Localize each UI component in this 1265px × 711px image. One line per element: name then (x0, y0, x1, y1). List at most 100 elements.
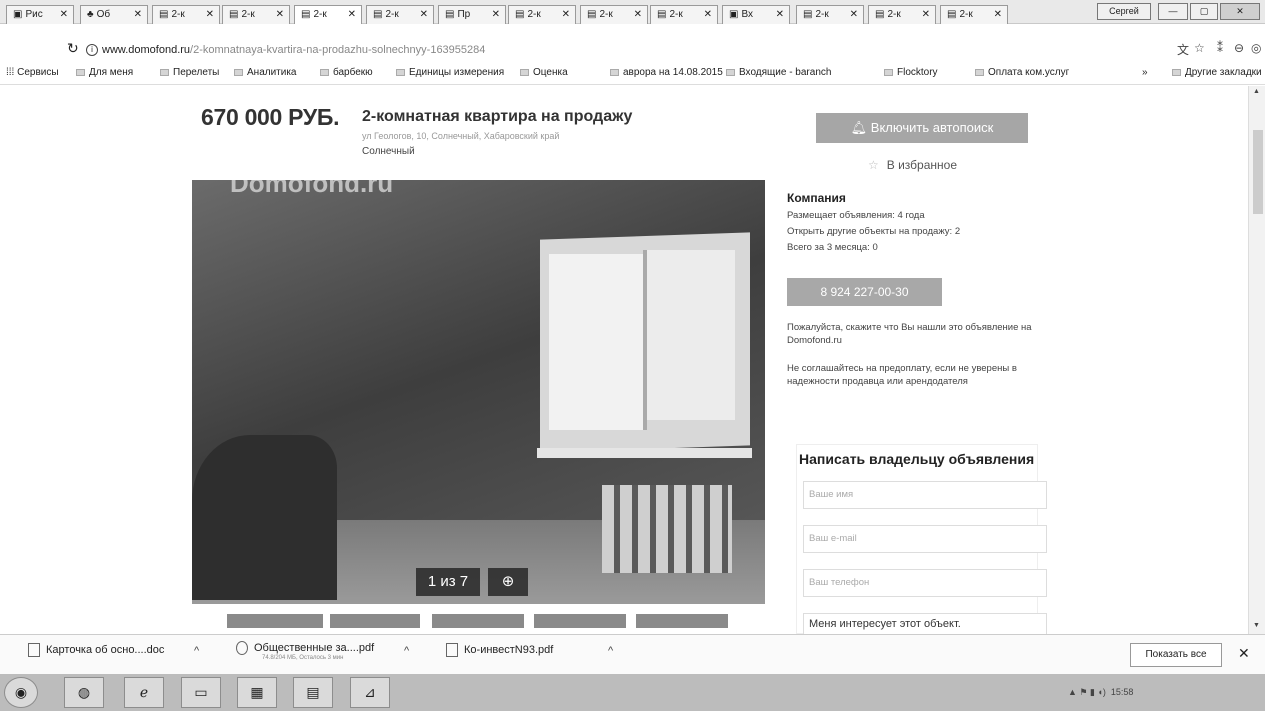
bookmark-item[interactable]: Оплата ком.услуг (975, 67, 1069, 78)
browser-tab[interactable]: ▤ 2-к ✕ (940, 5, 1008, 24)
close-tab-icon[interactable]: ✕ (348, 6, 356, 23)
download-item[interactable]: Карточка об осно....doc (28, 643, 164, 657)
download-name: Карточка об осно....doc (46, 643, 165, 656)
photo-thumbnail[interactable] (432, 614, 524, 628)
email-field[interactable]: Ваш e-mail (803, 525, 1047, 553)
folder-icon (884, 68, 893, 76)
listing-city[interactable]: Солнечный (362, 146, 415, 157)
apps-label: Сервисы (17, 67, 59, 78)
listing-address[interactable]: ул Геологов, 10, Солнечный, Хабаровский … (362, 131, 559, 141)
scroll-down-icon[interactable]: ▼ (1253, 622, 1260, 629)
browser-tab[interactable]: ▤ 2-к ✕ (650, 5, 718, 24)
close-tab-icon[interactable]: ✕ (922, 6, 930, 23)
name-field[interactable]: Ваше имя (803, 481, 1047, 509)
browser-tab[interactable]: ▤ 2-к ✕ (294, 5, 362, 25)
apps-bookmark[interactable]: ⁞⁞⁞ Сервисы (6, 67, 59, 78)
page-favicon-icon: ♣ (87, 9, 94, 20)
add-to-favorites[interactable]: ☆ В избранное (868, 158, 957, 172)
download-item[interactable]: Ко-инвестN93.pdf (446, 643, 553, 657)
browser-tab[interactable]: ▤ 2-к ✕ (796, 5, 864, 24)
browser-tab[interactable]: ▣ Вх ✕ (722, 5, 790, 24)
photo-thumbnail[interactable] (636, 614, 728, 628)
bookmark-item[interactable]: Оценка (520, 67, 568, 78)
ie-taskbar-icon[interactable]: ℯ (124, 677, 164, 708)
extension-icon[interactable]: ⁑ (1217, 41, 1223, 55)
close-tab-icon[interactable]: ✕ (420, 6, 428, 23)
bookmark-item[interactable]: Flocktory (884, 67, 938, 78)
close-tab-icon[interactable]: ✕ (994, 6, 1002, 23)
message-field[interactable]: Меня интересует этот объект. (803, 613, 1047, 634)
tab-label: Рис (25, 9, 43, 20)
address-bar[interactable]: i www.domofond.ru/2-komnatnaya-kvartira-n… (86, 41, 1166, 59)
bookmark-label: барбекю (333, 67, 373, 78)
other-bookmarks-folder[interactable]: Другие закладки (1172, 67, 1262, 78)
translate-icon[interactable]: 文 (1177, 41, 1189, 58)
autosearch-button[interactable]: 🔔︎ Включить автопоиск (816, 113, 1028, 143)
download-menu-icon[interactable]: ^ (404, 645, 409, 657)
close-tab-icon[interactable]: ✕ (850, 6, 858, 23)
browser-tab[interactable]: ▤ Пр ✕ (438, 5, 506, 24)
bell-icon: 🔔︎ (850, 120, 871, 135)
photo-thumbnail[interactable] (330, 614, 420, 628)
more-bookmarks-button[interactable]: » (1142, 67, 1148, 78)
seller-other-objects-link[interactable]: Открыть другие объекты на продажу: 2 (787, 226, 960, 237)
browser-tab[interactable]: ▤ 2-к ✕ (580, 5, 648, 24)
download-menu-icon[interactable]: ^ (194, 645, 199, 657)
browser-tab[interactable]: ▤ 2-к ✕ (222, 5, 290, 24)
close-tab-icon[interactable]: ✕ (634, 6, 642, 23)
scrollbar-thumb[interactable] (1253, 130, 1263, 214)
show-phone-button[interactable]: 8 924 227-00-30 (787, 278, 942, 306)
browser-tab[interactable]: ▣ Рис ✕ (6, 5, 74, 24)
page-scrollbar[interactable]: ▲ ▼ (1248, 86, 1265, 634)
close-tab-icon[interactable]: ✕ (492, 6, 500, 23)
sync-icon[interactable]: ⊖ (1234, 41, 1244, 55)
download-progress-text: 74.8/204 МБ, Осталось 3 мин (262, 655, 344, 661)
photo-thumbnail[interactable] (534, 614, 626, 628)
bookmark-item[interactable]: аврора на 14.08.2015 (610, 67, 723, 78)
close-tab-icon[interactable]: ✕ (562, 6, 570, 23)
browser-tab[interactable]: ♣ Об ✕ (80, 5, 148, 24)
browser-tab[interactable]: ▤ 2-к ✕ (508, 5, 576, 24)
bookmark-item[interactable]: Входящие - baranch (726, 67, 831, 78)
browser-tab[interactable]: ▤ 2-к ✕ (868, 5, 936, 24)
show-all-downloads-button[interactable]: Показать все (1130, 643, 1222, 667)
bookmark-item[interactable]: Аналитика (234, 67, 297, 78)
start-button[interactable]: ◉ (4, 677, 38, 708)
close-tab-icon[interactable]: ✕ (704, 6, 712, 23)
explorer-taskbar-icon[interactable]: ▭ (181, 677, 221, 708)
bookmark-item[interactable]: барбекю (320, 67, 373, 78)
profile-button[interactable]: Сергей (1097, 3, 1151, 20)
bookmark-item[interactable]: Для меня (76, 67, 133, 78)
download-menu-icon[interactable]: ^ (608, 645, 613, 657)
scroll-up-icon[interactable]: ▲ (1253, 88, 1260, 95)
phone-field[interactable]: Ваш телефон (803, 569, 1047, 597)
browser-tab[interactable]: ▤ 2-к ✕ (152, 5, 220, 24)
browser-tab[interactable]: ▤ 2-к ✕ (366, 5, 434, 24)
close-tab-icon[interactable]: ✕ (776, 6, 784, 23)
word-taskbar-icon[interactable]: ▤ (293, 677, 333, 708)
close-tab-icon[interactable]: ✕ (60, 6, 68, 23)
system-tray[interactable]: ▲ ⚑ ▮ ◖) 15:58 (1068, 687, 1133, 698)
close-downloads-icon[interactable]: ✕ (1238, 645, 1250, 662)
excel-taskbar-icon[interactable]: ▦ (237, 677, 277, 708)
acrobat-taskbar-icon[interactable]: ⊿ (350, 677, 390, 708)
folder-icon (320, 68, 329, 76)
bookmark-item[interactable]: Единицы измерения (396, 67, 504, 78)
photo-thumbnail[interactable] (227, 614, 323, 628)
menu-icon[interactable]: ◎ (1251, 41, 1261, 55)
download-item[interactable]: Общественные за....pdf 74.8/204 МБ, Оста… (236, 641, 374, 661)
bookmark-star-icon[interactable]: ☆ (1194, 41, 1205, 55)
close-tab-icon[interactable]: ✕ (134, 6, 142, 23)
minimize-button[interactable]: — (1158, 3, 1188, 20)
close-tab-icon[interactable]: ✕ (276, 6, 284, 23)
maximize-button[interactable]: ▢ (1190, 3, 1218, 20)
close-window-button[interactable]: ✕ (1220, 3, 1260, 20)
reload-icon[interactable]: ↻ (67, 40, 79, 57)
zoom-icon[interactable]: ⊕ (488, 568, 528, 596)
chrome-taskbar-icon[interactable]: ◍ (64, 677, 104, 708)
close-tab-icon[interactable]: ✕ (206, 6, 214, 23)
listing-photo[interactable]: Domofond.ru (192, 180, 765, 604)
page-favicon-icon: ▤ (229, 9, 239, 20)
bookmark-item[interactable]: Перелеты (160, 67, 219, 78)
info-icon[interactable]: i (86, 44, 98, 57)
